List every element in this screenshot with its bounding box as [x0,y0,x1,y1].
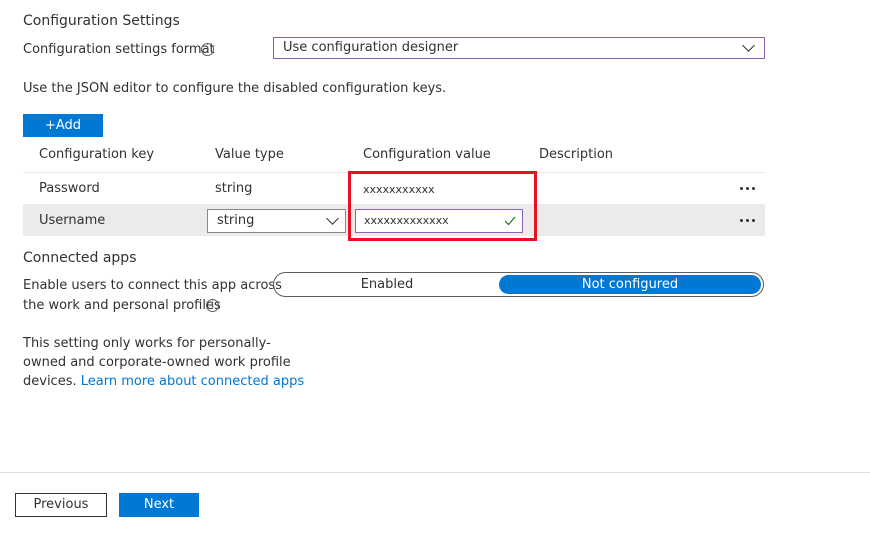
learn-more-link[interactable]: Learn more about connected apps [81,374,304,389]
add-button[interactable]: +Add [23,114,103,137]
value-type-dropdown-value: string [217,213,255,228]
connected-label-line2: the work and personal profiles [23,298,221,313]
json-editor-note: Use the JSON editor to configure the dis… [23,81,447,96]
format-label: Configuration settings format [23,42,215,57]
toggle-option-enabled[interactable]: Enabled [274,276,500,293]
footer-divider [0,472,870,473]
more-icon[interactable] [740,219,758,223]
row-key: Username [39,213,106,228]
connected-note-devices: devices. [23,374,77,389]
more-icon[interactable] [740,187,758,191]
connected-toggle[interactable]: Enabled Not configured [273,272,764,297]
connected-note-line1: This setting only works for personally- [23,336,271,351]
previous-button[interactable]: Previous [15,493,107,517]
row-type: string [215,181,253,196]
header-configuration-key: Configuration key [39,147,155,162]
connected-label-line1: Enable users to connect this app across [23,278,282,293]
toggle-option-not-configured[interactable]: Not configured [499,275,761,294]
chevron-down-icon [326,212,339,225]
section-title-connected-apps: Connected apps [23,250,137,266]
header-configuration-value: Configuration value [363,147,491,162]
value-type-dropdown[interactable]: string [207,209,346,233]
next-button[interactable]: Next [119,493,199,517]
info-icon[interactable]: i [201,43,214,56]
row-key: Password [39,181,100,196]
header-value-type: Value type [215,147,284,162]
format-dropdown[interactable]: Use configuration designer [273,37,765,59]
chevron-down-icon [742,39,755,52]
header-description: Description [539,147,614,162]
connected-note-line3: devices. Learn more about connected apps [23,373,304,390]
connected-note-line2: owned and corporate-owned work profile [23,355,291,370]
section-title-configuration: Configuration Settings [23,13,180,29]
info-icon[interactable]: i [206,299,219,312]
highlight-box [348,171,537,241]
format-dropdown-value: Use configuration designer [283,40,459,55]
